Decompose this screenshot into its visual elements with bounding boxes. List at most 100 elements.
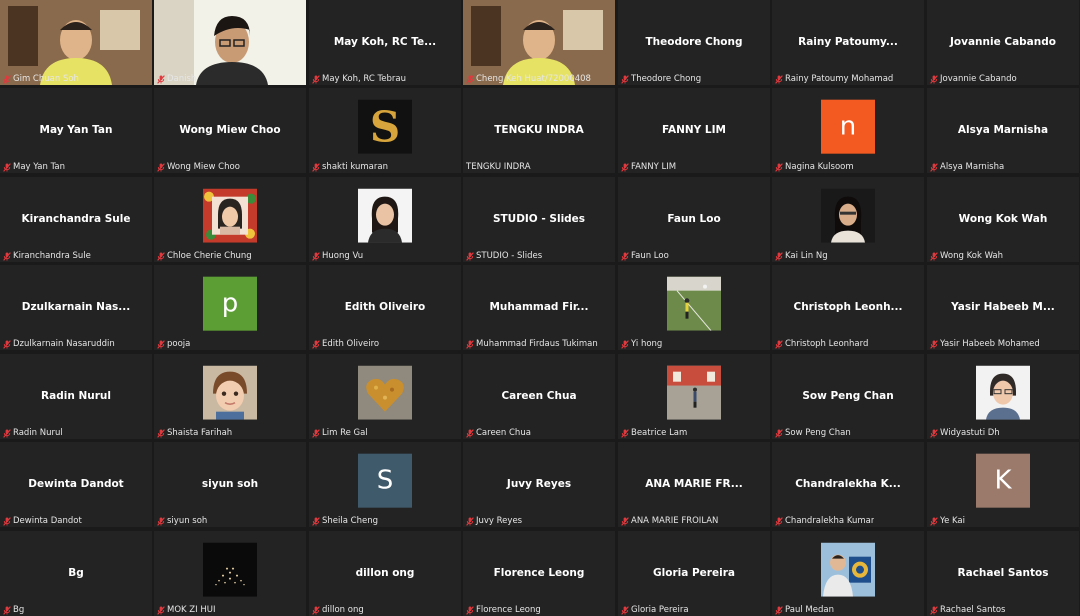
participant-tile-bg[interactable]: Bg Bg [0, 531, 152, 616]
participant-tile-radin-nurul[interactable]: Radin Nurul Radin Nurul [0, 354, 152, 439]
participant-name-tag: Radin Nurul [3, 428, 63, 438]
muted-mic-icon [621, 74, 629, 84]
participant-tile-faun-loo[interactable]: Faun Loo Faun Loo [618, 177, 770, 262]
participant-tile-chloe-cherie-chung[interactable]: Chloe Cherie Chung [154, 177, 306, 262]
participant-tile-sow-peng-chan[interactable]: Sow Peng Chan Sow Peng Chan [772, 354, 924, 439]
participant-display-name: Muhammad Fir... [489, 300, 589, 313]
participant-tile-mok-zi-hui[interactable]: MOK ZI HUI [154, 531, 306, 616]
participant-tile-paul-medan[interactable]: Paul Medan [772, 531, 924, 616]
muted-mic-icon [775, 605, 783, 615]
participant-tile-dillon-ong[interactable]: dillon ong dillon ong [309, 531, 461, 616]
participant-tile-shakti-kumaran[interactable]: Sshakti kumaran [309, 88, 461, 173]
participant-name: Danish [167, 74, 197, 84]
participant-name-tag: Rainy Patoumy Mohamad [775, 74, 893, 84]
participant-name-tag: ANA MARIE FROILAN [621, 516, 718, 526]
participant-name: MOK ZI HUI [167, 605, 216, 615]
participant-tile-dewinta-dandot[interactable]: Dewinta Dandot Dewinta Dandot [0, 442, 152, 527]
muted-mic-icon [466, 339, 474, 349]
participant-tile-juvy-reyes[interactable]: Juvy Reyes Juvy Reyes [463, 442, 615, 527]
muted-mic-icon [3, 428, 11, 438]
participant-tile-wong-miew-choo[interactable]: Wong Miew Choo Wong Miew Choo [154, 88, 306, 173]
participant-name: Kai Lin Ng [785, 251, 828, 261]
avatar-image-s-logo: S [358, 99, 412, 154]
participant-name: May Koh, RC Tebrau [322, 74, 406, 84]
participant-name-tag: Paul Medan [775, 605, 834, 615]
participant-tile-chandralekha-kumar[interactable]: Chandralekha K... Chandralekha Kumar [772, 442, 924, 527]
participant-name-tag: pooja [157, 339, 190, 349]
avatar-image-woman-white [358, 188, 412, 243]
participant-name-tag: Chloe Cherie Chung [157, 251, 252, 261]
muted-mic-icon [466, 428, 474, 438]
avatar-initial: n [821, 99, 875, 154]
participant-tile-rainy-patoumy-mohamad[interactable]: Rainy Patoumy... Rainy Patoumy Mohamad [772, 0, 924, 85]
participant-name-tag: Florence Leong [466, 605, 541, 615]
participant-tile-ana-marie-froilan[interactable]: ANA MARIE FR... ANA MARIE FROILAN [618, 442, 770, 527]
video-feed [154, 0, 306, 85]
participant-tile-may-yan-tan[interactable]: May Yan Tan May Yan Tan [0, 88, 152, 173]
participant-name-tag: MOK ZI HUI [157, 605, 215, 615]
participant-tile-studio-slides[interactable]: STUDIO - Slides STUDIO - Slides [463, 177, 615, 262]
participant-tile-muhammad-firdaus-tukiman[interactable]: Muhammad Fir... Muhammad Firdaus Tukiman [463, 265, 615, 350]
participant-tile-nagina-kulsoom[interactable]: n Nagina Kulsoom [772, 88, 924, 173]
participant-tile-danish[interactable]: Danish [154, 0, 306, 85]
participant-name: Lim Re Gal [322, 428, 368, 438]
muted-mic-icon [312, 162, 320, 172]
participant-tile-gloria-pereira[interactable]: Gloria Pereira Gloria Pereira [618, 531, 770, 616]
muted-mic-icon [466, 605, 474, 615]
participant-display-name: Alsya Marnisha [957, 123, 1049, 136]
participant-tile-kiranchandra-sule[interactable]: Kiranchandra Sule Kiranchandra Sule [0, 177, 152, 262]
muted-mic-icon [930, 74, 938, 84]
participant-tile-kai-lin-ng[interactable]: Kai Lin Ng [772, 177, 924, 262]
participant-tile-shaista-farihah[interactable]: Shaista Farihah [154, 354, 306, 439]
muted-mic-icon [3, 605, 11, 615]
participant-tile-jovannie-cabando[interactable]: Jovannie Cabando Jovannie Cabando [927, 0, 1079, 85]
participant-tile-tengku-indra[interactable]: TENGKU INDRA TENGKU INDRA [463, 88, 615, 173]
participant-tile-yi-hong[interactable]: Yi hong [618, 265, 770, 350]
participant-tile-widyastuti-dh[interactable]: Widyastuti Dh [927, 354, 1079, 439]
participant-name-tag: Sheila Cheng [312, 516, 378, 526]
participant-display-name: Faun Loo [667, 212, 721, 225]
participant-tile-wong-kok-wah[interactable]: Wong Kok Wah Wong Kok Wah [927, 177, 1079, 262]
participant-tile-edith-oliveiro[interactable]: Edith Oliveiro Edith Oliveiro [309, 265, 461, 350]
participant-tile-may-koh-rc-tebrau[interactable]: May Koh, RC Te... May Koh, RC Tebrau [309, 0, 461, 85]
muted-mic-icon [3, 162, 11, 172]
participant-tile-ye-kai[interactable]: K Ye Kai [927, 442, 1079, 527]
participant-tile-lim-re-gal[interactable]: Lim Re Gal [309, 354, 461, 439]
participant-tile-careen-chua[interactable]: Careen Chua Careen Chua [463, 354, 615, 439]
muted-mic-icon [157, 516, 165, 526]
participant-name-tag: Danish [157, 74, 196, 84]
participant-tile-cheng-keh-huat-72000408[interactable]: Cheng Keh Huat/72000408 [463, 0, 615, 85]
muted-mic-icon [466, 74, 474, 84]
participant-display-name: Juvy Reyes [506, 477, 572, 490]
participant-tile-huong-vu[interactable]: Huong Vu [309, 177, 461, 262]
participant-tile-christoph-leonhard[interactable]: Christoph Leonh... Christoph Leonhard [772, 265, 924, 350]
participant-tile-beatrice-lam[interactable]: Beatrice Lam [618, 354, 770, 439]
participant-name: Chloe Cherie Chung [167, 251, 252, 261]
participant-display-name: Yasir Habeeb M... [951, 300, 1055, 313]
participant-tile-fanny-lim[interactable]: FANNY LIM FANNY LIM [618, 88, 770, 173]
participant-name: Gim Chuan Soh [13, 74, 79, 84]
participant-tile-alsya-marnisha[interactable]: Alsya Marnisha Alsya Marnisha [927, 88, 1079, 173]
muted-mic-icon [312, 339, 320, 349]
participant-tile-pooja[interactable]: p pooja [154, 265, 306, 350]
participant-name: pooja [167, 339, 191, 349]
avatar-image-child [203, 365, 257, 420]
participant-display-name: Careen Chua [501, 389, 577, 402]
participant-name-tag: siyun soh [157, 516, 207, 526]
muted-mic-icon [775, 162, 783, 172]
participant-tile-dzulkarnain-nasaruddin[interactable]: Dzulkarnain Nas... Dzulkarnain Nasaruddin [0, 265, 152, 350]
participant-tile-siyun-soh[interactable]: siyun soh siyun soh [154, 442, 306, 527]
participant-name-tag: May Koh, RC Tebrau [312, 74, 406, 84]
participant-tile-florence-leong[interactable]: Florence Leong Florence Leong [463, 531, 615, 616]
participant-tile-rachael-santos[interactable]: Rachael Santos Rachael Santos [927, 531, 1079, 616]
participant-tile-yasir-habeeb-mohamed[interactable]: Yasir Habeeb M... Yasir Habeeb Mohamed [927, 265, 1079, 350]
participant-name: Dzulkarnain Nasaruddin [13, 339, 115, 349]
participant-tile-gim-chuan-soh[interactable]: Gim Chuan Soh [0, 0, 152, 85]
muted-mic-icon [775, 339, 783, 349]
participant-tile-sheila-cheng[interactable]: S Sheila Cheng [309, 442, 461, 527]
avatar-image-fireworks [203, 542, 257, 597]
muted-mic-icon [312, 74, 320, 84]
avatar-initial: K [976, 453, 1030, 508]
participant-tile-theodore-chong[interactable]: Theodore Chong Theodore Chong [618, 0, 770, 85]
participant-name-tag: Ye Kai [930, 516, 965, 526]
